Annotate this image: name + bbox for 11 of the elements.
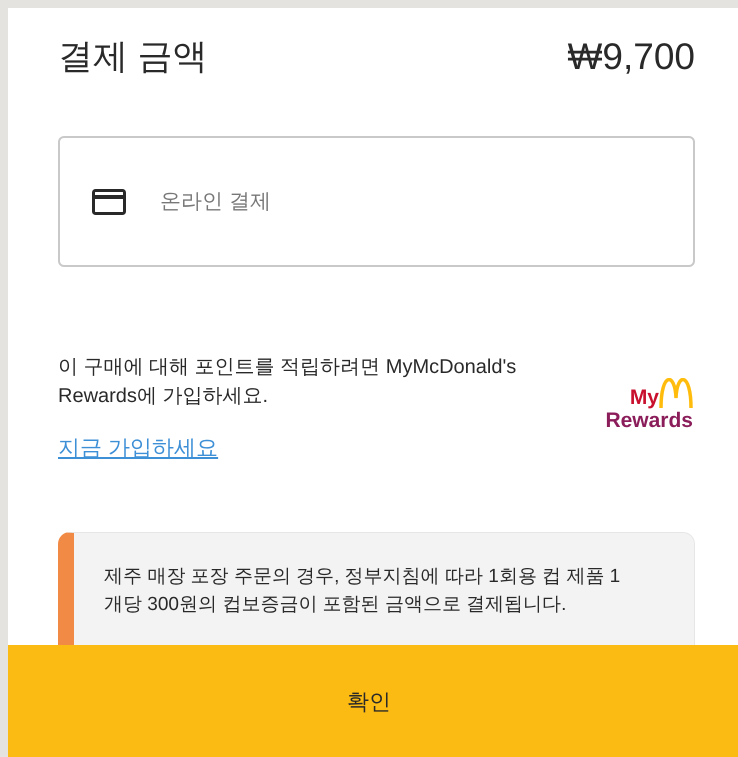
rewards-message: 이 구매에 대해 포인트를 적립하려면 MyMcDonald's Rewards에 가입하세요. [58,355,518,409]
logo-text: Rewards [605,410,693,431]
confirm-button[interactable]: 확인 [8,645,738,757]
credit-card-icon [92,188,126,214]
payment-method-option[interactable]: 온라인 결제 [58,136,695,267]
payment-amount: ₩9,700 [567,35,695,80]
join-now-link[interactable]: 지금 가입하세요 [58,431,218,464]
logo-text: My [630,387,659,408]
page-title: 결제 금액 [58,36,208,78]
notice-text: 제주 매장 포장 주문의 경우, 정부지침에 따라 1회용 컵 제품 1개당 300원의 컵보증금이 포함된 금액으로 결제됩니다. [104,565,622,617]
golden-arches-icon [659,378,693,408]
